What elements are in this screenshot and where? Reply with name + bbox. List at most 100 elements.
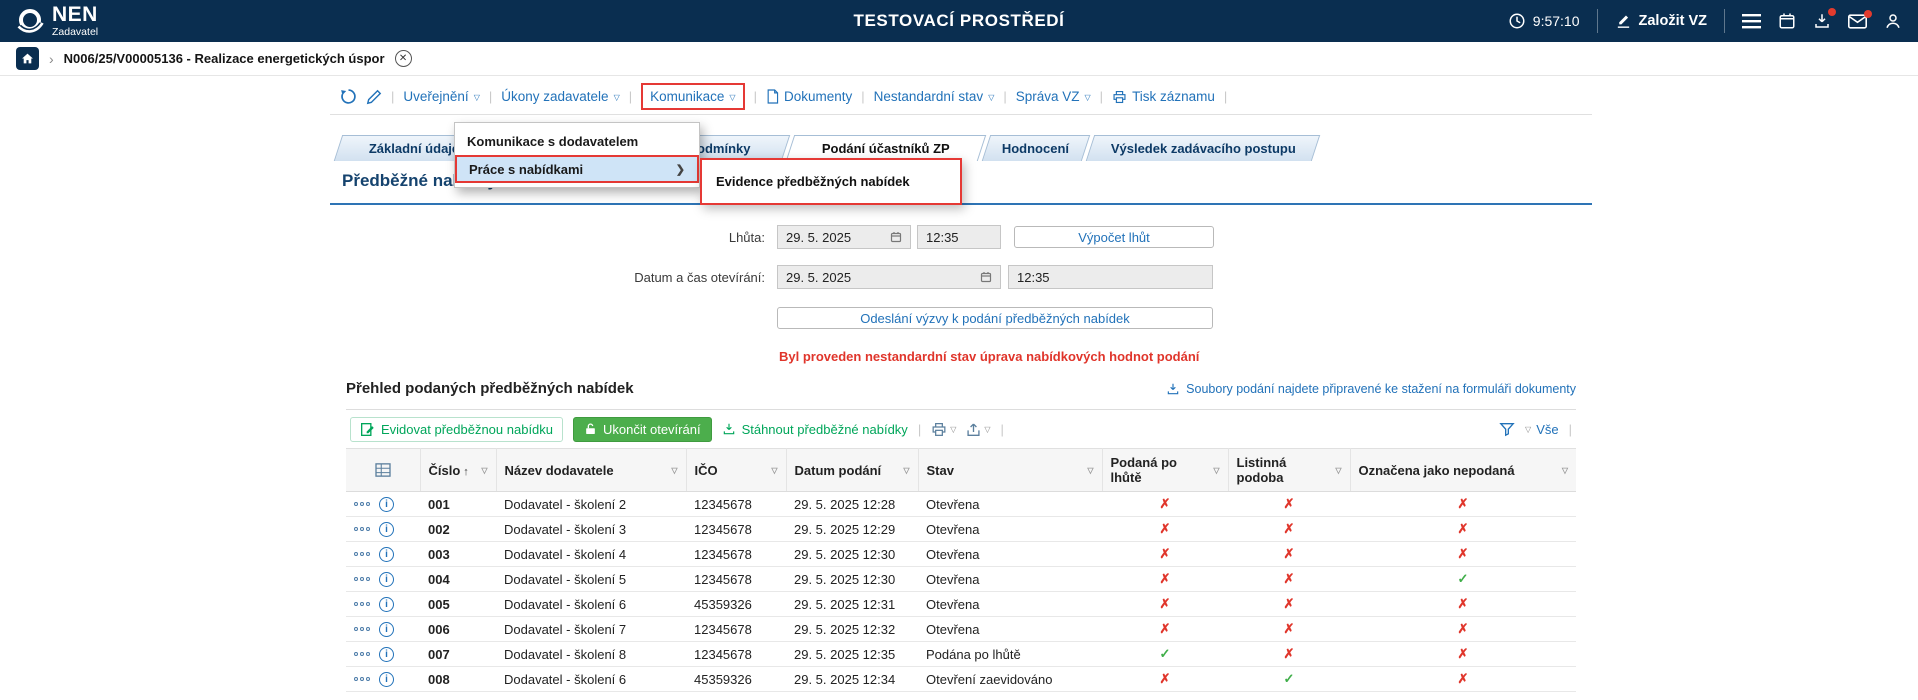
column-filter-icon[interactable]: ▽: [771, 466, 777, 475]
files-link[interactable]: Soubory podání najdete připravené ke sta…: [1166, 382, 1576, 396]
menu-option-prace-s-nabidkami[interactable]: Práce s nabídkami❯: [455, 155, 699, 183]
info-icon[interactable]: i: [379, 522, 394, 537]
column-filter-icon[interactable]: ▽: [1562, 466, 1568, 475]
menu-item-komunikace[interactable]: Komunikace▽: [641, 83, 744, 110]
info-icon[interactable]: i: [379, 497, 394, 512]
calendar-icon[interactable]: [980, 271, 992, 283]
table-row[interactable]: i006Dodavatel - školení 71234567829. 5. …: [346, 617, 1576, 642]
info-icon[interactable]: i: [379, 647, 394, 662]
cell-podana-po-lhute: ✗: [1102, 567, 1228, 592]
row-menu-icon[interactable]: [354, 652, 370, 656]
table-row[interactable]: i004Dodavatel - školení 51234567829. 5. …: [346, 567, 1576, 592]
row-menu-icon[interactable]: [354, 602, 370, 606]
calendar-icon[interactable]: [1778, 12, 1796, 30]
column-filter-icon[interactable]: ▽: [903, 466, 909, 475]
info-icon[interactable]: i: [379, 672, 394, 687]
column-header-cislo[interactable]: Číslo↑▽: [420, 449, 496, 492]
check-icon: ✓: [1284, 671, 1295, 686]
zalozit-vz-button[interactable]: Založit VZ: [1615, 13, 1707, 30]
column-filter-icon[interactable]: ▽: [481, 466, 487, 475]
cell-dodavatel: Dodavatel - školení 8: [496, 642, 686, 667]
cell-dodavatel: Dodavatel - školení 3: [496, 517, 686, 542]
menu-item-label: Uveřejnění: [403, 89, 468, 104]
table-row[interactable]: i001Dodavatel - školení 21234567829. 5. …: [346, 492, 1576, 517]
cell-datum-podani: 29. 5. 2025 12:34: [786, 667, 918, 692]
grid-settings-header[interactable]: [346, 449, 420, 492]
info-icon[interactable]: i: [379, 622, 394, 637]
column-header-listinna-podoba[interactable]: Listinná podoba▽: [1228, 449, 1350, 492]
nen-logo[interactable]: NEN Zadavatel: [16, 4, 98, 38]
row-menu-icon[interactable]: [354, 677, 370, 681]
submenu-option-evidence-predbeznych-nabidek[interactable]: Evidence předběžných nabídek: [716, 174, 910, 189]
tab-hodnoceni[interactable]: Hodnocení: [982, 135, 1090, 161]
close-record-icon[interactable]: ✕: [395, 50, 412, 67]
column-filter-icon[interactable]: ▽: [1335, 466, 1341, 475]
column-header-nazev-dodavatele[interactable]: Název dodavatele ▽: [496, 449, 686, 492]
download-icon[interactable]: [1813, 12, 1831, 30]
cross-icon: ✗: [1458, 621, 1469, 636]
menu-item-ukony-zadavatele[interactable]: Úkony zadavatele▽: [501, 89, 619, 104]
column-header-stav[interactable]: Stav▽: [918, 449, 1102, 492]
calendar-icon[interactable]: [890, 231, 902, 243]
cell-datum-podani: 29. 5. 2025 12:31: [786, 592, 918, 617]
column-header-ico[interactable]: IČO▽: [686, 449, 786, 492]
mail-icon[interactable]: [1848, 14, 1867, 29]
menu-item-sprava-vz[interactable]: Správa VZ▽: [1016, 89, 1091, 104]
cell-podana-po-lhute: ✗: [1102, 617, 1228, 642]
column-header-podana-po-lhute[interactable]: Podaná po lhůtě▽: [1102, 449, 1228, 492]
row-menu-icon[interactable]: [354, 627, 370, 631]
deadline-time-input[interactable]: 12:35: [917, 225, 1001, 249]
deadline-date-input[interactable]: 29. 5. 2025: [777, 225, 911, 249]
ukoncit-label: Ukončit otevírání: [603, 422, 701, 437]
pencil-icon[interactable]: [366, 89, 382, 105]
column-filter-icon[interactable]: ▽: [1213, 466, 1219, 475]
menu-option-komunikace-s-dodavatelem[interactable]: Komunikace s dodavatelem: [455, 127, 699, 155]
cell-listinna-podoba: ✓: [1228, 667, 1350, 692]
menu-item-dokumenty[interactable]: Dokumenty: [766, 89, 852, 104]
row-menu-icon[interactable]: [354, 577, 370, 581]
top-bar: NEN Zadavatel TESTOVACÍ PROSTŘEDÍ 9:57:1…: [0, 0, 1918, 42]
row-menu-icon[interactable]: [354, 502, 370, 506]
stahnout-nabidky-button[interactable]: Stáhnout předběžné nabídky: [722, 422, 908, 437]
export-button[interactable]: ▽: [966, 422, 990, 437]
opening-time-input[interactable]: 12:35: [1008, 265, 1213, 289]
column-header-oznacena-jako-nepodana[interactable]: Označena jako nepodaná▽: [1350, 449, 1576, 492]
table-row[interactable]: i007Dodavatel - školení 81234567829. 5. …: [346, 642, 1576, 667]
evidovat-nabidku-button[interactable]: Evidovat předběžnou nabídku: [350, 417, 563, 442]
column-filter-icon[interactable]: ▽: [1087, 466, 1093, 475]
cell-oznacena-jako-nepodana: ✗: [1350, 517, 1576, 542]
home-icon[interactable]: [16, 47, 39, 70]
cell-cislo: 002: [420, 517, 496, 542]
tab-vysledek-zadavaciho-postupu[interactable]: Výsledek zadávacího postupu: [1086, 135, 1320, 161]
row-menu-icon[interactable]: [354, 527, 370, 531]
table-row[interactable]: i002Dodavatel - školení 31234567829. 5. …: [346, 517, 1576, 542]
cell-datum-podani: 29. 5. 2025 12:32: [786, 617, 918, 642]
cross-icon: ✗: [1284, 621, 1295, 636]
info-icon[interactable]: i: [379, 597, 394, 612]
column-filter-icon[interactable]: ▽: [671, 466, 677, 475]
filter-vse-button[interactable]: ▽ Vše: [1525, 422, 1559, 437]
ukoncit-oteviranì-button[interactable]: Ukončit otevírání: [573, 417, 712, 442]
funnel-icon[interactable]: [1499, 421, 1515, 437]
grid-title-row: Přehled podaných předběžných nabídek Sou…: [346, 380, 1576, 397]
history-icon[interactable]: [340, 88, 357, 105]
info-icon[interactable]: i: [379, 572, 394, 587]
column-header-label: Název dodavatele: [505, 463, 614, 478]
menu-item-uverejneni[interactable]: Uveřejnění▽: [403, 89, 479, 104]
send-call-button[interactable]: Odeslání výzvy k podání předběžných nabí…: [777, 307, 1213, 329]
user-icon[interactable]: [1884, 12, 1902, 30]
opening-date-input[interactable]: 29. 5. 2025: [777, 265, 1001, 289]
column-header-datum-podani[interactable]: Datum podání▽: [786, 449, 918, 492]
table-row[interactable]: i003Dodavatel - školení 41234567829. 5. …: [346, 542, 1576, 567]
info-icon[interactable]: i: [379, 547, 394, 562]
menu-item-tisk-zaznamu[interactable]: Tisk záznamu: [1112, 89, 1215, 104]
table-row[interactable]: i005Dodavatel - školení 64535932629. 5. …: [346, 592, 1576, 617]
print-grid-button[interactable]: ▽: [931, 422, 956, 437]
menu-item-nestandardni-stav[interactable]: Nestandardní stav▽: [874, 89, 995, 104]
table-row[interactable]: i008Dodavatel - školení 64535932629. 5. …: [346, 667, 1576, 692]
vypocet-lhut-button[interactable]: Výpočet lhůt: [1014, 226, 1214, 248]
row-menu-icon[interactable]: [354, 552, 370, 556]
cell-oznacena-jako-nepodana: ✗: [1350, 542, 1576, 567]
hamburger-icon[interactable]: [1742, 14, 1761, 29]
cell-listinna-podoba: ✗: [1228, 592, 1350, 617]
